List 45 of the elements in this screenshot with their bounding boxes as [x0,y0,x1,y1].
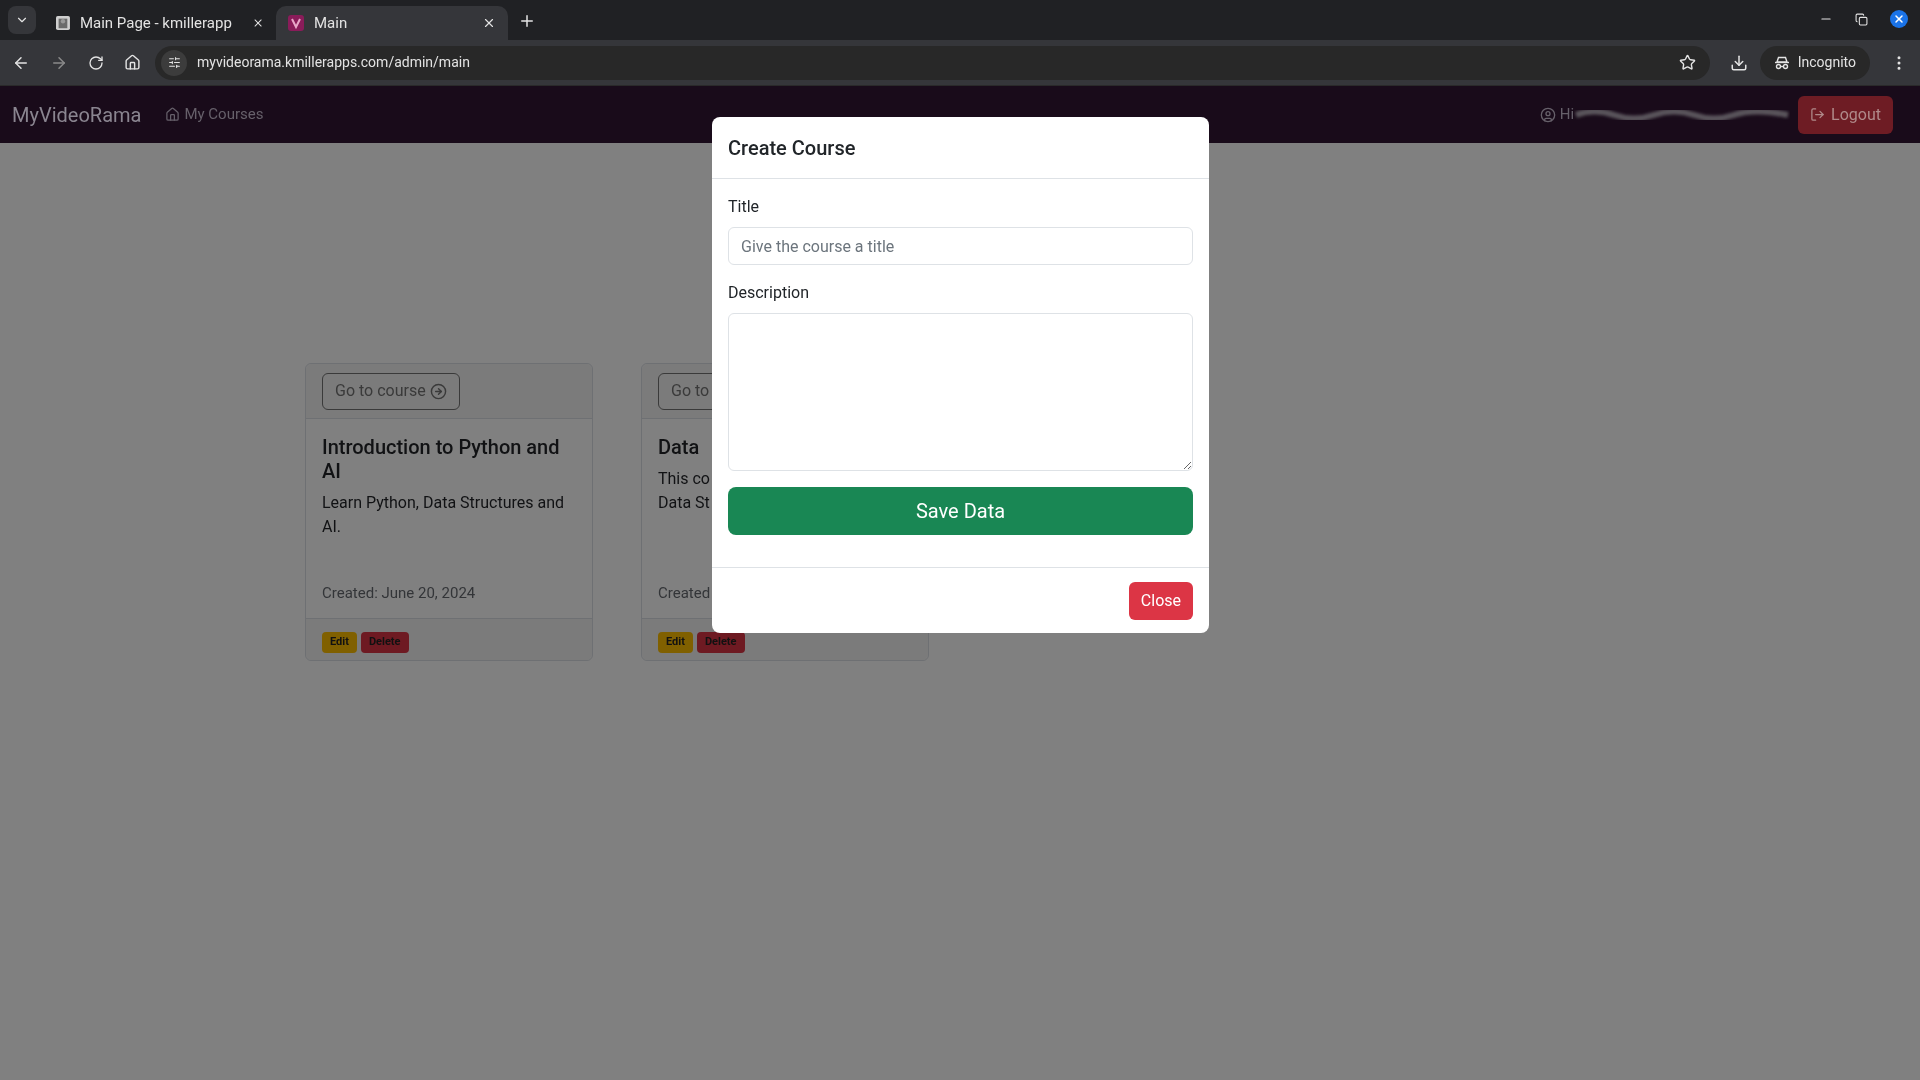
incognito-badge[interactable]: Incognito [1759,45,1870,80]
address-bar[interactable]: myvideorama.kmillerapps.com/admin/main [155,45,1710,80]
close-icon[interactable] [482,16,496,30]
created-date: Created [658,582,712,604]
close-icon [1893,13,1905,25]
close-button[interactable]: Close [1128,581,1193,620]
tab-list-button[interactable] [8,6,36,34]
reload-icon[interactable] [88,54,104,71]
brand-link[interactable]: MyVideoRama [12,99,142,130]
logout-button[interactable]: Logout [1798,95,1893,134]
url-text: myvideorama.kmillerapps.com/admin/main [197,53,471,72]
new-tab-icon[interactable] [518,12,536,30]
field-label: Description [728,282,810,304]
greeting-text: Hi [1559,104,1575,126]
edit-button[interactable]: Edit [322,632,357,653]
bookmark-star-icon[interactable] [1678,54,1696,71]
tab-title: Main [314,12,348,34]
created-date: Created: June 20, 2024 [322,582,477,604]
course-description: This co [658,468,711,490]
close-window-button[interactable] [1890,10,1908,28]
home-icon[interactable] [124,54,141,71]
nav-link[interactable]: My Courses [165,103,264,126]
course-description: Learn Python, Data Structures and AI. [322,492,565,538]
tab-title: Main Page - kmillerapp [79,12,232,34]
go-to-course-button[interactable]: Go to course [322,372,460,410]
incognito-icon [1773,54,1790,71]
title-input[interactable]: Give the course a title [728,227,1193,265]
browser-tab[interactable]: Main Page - kmillerapp [44,6,276,40]
restore-icon[interactable] [1855,12,1868,26]
site-info-icon[interactable] [167,56,181,69]
field-label: Title [728,196,761,218]
dialog-title: Create Course [728,134,856,162]
favicon-icon [56,15,70,31]
home-icon [165,107,181,122]
edit-button[interactable]: Edit [658,632,693,653]
user-icon [1539,106,1556,123]
course-title: Introduction to Python and AI [322,435,561,483]
download-icon[interactable] [1729,53,1748,72]
course-title: Data [658,435,701,459]
arrow-right-icon [429,382,447,400]
logo-icon [288,15,304,31]
logout-icon [1810,107,1826,122]
browser-tab[interactable]: Main [276,6,508,40]
save-data-button[interactable]: Save Data [728,487,1193,535]
course-description: Data St [658,492,711,514]
